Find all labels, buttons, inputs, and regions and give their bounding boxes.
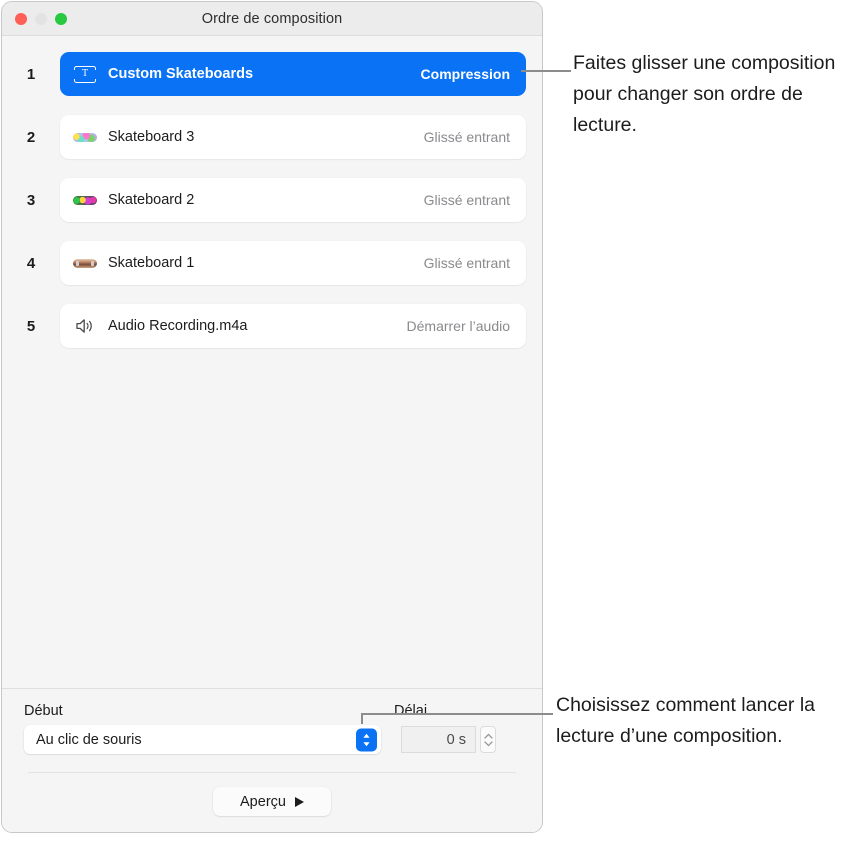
start-popup-button[interactable]: Au clic de souris	[24, 725, 381, 754]
window-title: Ordre de composition	[201, 10, 343, 27]
delay-input[interactable]: 0 s	[401, 726, 476, 753]
build-order-window: Ordre de composition 1 T Custom Skateboa…	[1, 1, 543, 833]
callout-1-leader-line	[521, 70, 571, 72]
skateboard-1-thumbnail-icon	[72, 252, 98, 274]
zoom-window-icon[interactable]	[55, 12, 67, 25]
delay-value: 0 s	[446, 731, 466, 748]
row-effect-name: Démarrer l’audio	[406, 318, 510, 334]
chevron-up-down-icon[interactable]	[356, 728, 377, 751]
build-order-row-5[interactable]: 5 Audio Recording.m4a Démarrer l’audio	[2, 300, 542, 352]
speaker-icon	[72, 315, 98, 337]
preview-button-label: Aperçu	[240, 793, 286, 810]
row-object-name: Skateboard 1	[108, 255, 195, 271]
row-effect-name: Glissé entrant	[423, 192, 510, 208]
row-index: 3	[26, 191, 36, 209]
row-card[interactable]: Audio Recording.m4a Démarrer l’audio	[60, 304, 526, 348]
row-index: 1	[26, 65, 36, 83]
skateboard-3-thumbnail-icon	[72, 126, 98, 148]
callout-2-leader-vertical	[361, 714, 363, 724]
stepper-up-icon	[483, 733, 493, 739]
row-object-name: Skateboard 2	[108, 192, 195, 208]
row-object-name: Skateboard 3	[108, 129, 195, 145]
row-object-name: Custom Skateboards	[108, 66, 254, 82]
delay-stepper[interactable]	[480, 726, 496, 753]
build-order-row-4[interactable]: 4 Skateboard 1 Glissé entrant	[2, 237, 542, 289]
build-order-row-2[interactable]: 2 Skateboard 3 Glissé entrant	[2, 111, 542, 163]
text-box-icon: T	[72, 63, 98, 85]
row-effect-name: Compression	[420, 66, 510, 82]
stepper-down-icon	[483, 740, 493, 746]
row-object-name: Audio Recording.m4a	[108, 318, 248, 334]
row-index: 5	[26, 317, 36, 335]
row-index: 4	[26, 254, 36, 272]
window-traffic-lights	[15, 12, 67, 25]
delay-label: Délai	[394, 703, 428, 719]
start-label: Début	[24, 703, 63, 719]
skateboard-2-thumbnail-icon	[72, 189, 98, 211]
row-effect-name: Glissé entrant	[423, 255, 510, 271]
minimize-window-icon[interactable]	[35, 12, 47, 25]
row-card[interactable]: Skateboard 3 Glissé entrant	[60, 115, 526, 159]
build-order-row-1[interactable]: 1 T Custom Skateboards Compression	[2, 48, 542, 100]
callout-choose-start-trigger: Choisissez comment lancer la lecture d’u…	[556, 694, 816, 747]
playback-controls-panel: Début Délai Au clic de souris 0 s Aperçu	[2, 688, 542, 832]
row-card[interactable]: Skateboard 1 Glissé entrant	[60, 241, 526, 285]
window-titlebar: Ordre de composition	[2, 2, 542, 36]
preview-row: Aperçu	[24, 773, 520, 832]
close-window-icon[interactable]	[15, 12, 27, 25]
play-icon	[294, 796, 304, 807]
row-index: 2	[26, 128, 36, 146]
field-control-row: Au clic de souris 0 s	[24, 725, 520, 754]
row-card[interactable]: Skateboard 2 Glissé entrant	[60, 178, 526, 222]
build-order-row-3[interactable]: 3 Skateboard 2 Glissé entrant	[2, 174, 542, 226]
preview-button[interactable]: Aperçu	[213, 787, 331, 816]
row-card[interactable]: T Custom Skateboards Compression	[60, 52, 526, 96]
row-effect-name: Glissé entrant	[423, 129, 510, 145]
start-popup-value: Au clic de souris	[36, 731, 142, 748]
callout-drag-to-reorder: Faites glisser une composition pour chan…	[573, 52, 836, 136]
callout-2-leader-line	[361, 713, 553, 715]
build-order-list[interactable]: 1 T Custom Skateboards Compression 2 Ska…	[2, 36, 542, 688]
